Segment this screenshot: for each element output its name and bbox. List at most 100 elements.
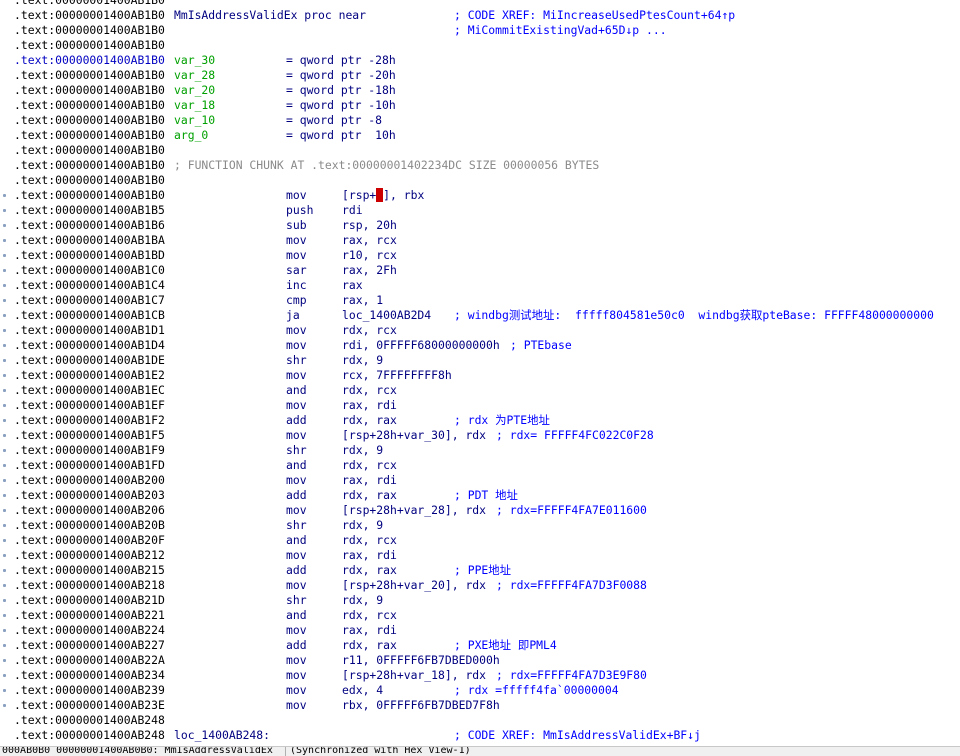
instruction-operands[interactable]: rax, rdi — [342, 548, 397, 563]
line-address[interactable]: .text:00000001400AB1B0 — [14, 173, 165, 188]
listing-line[interactable]: .text:00000001400AB1F9 shr rdx, 9 — [0, 443, 960, 458]
instruction-operands[interactable]: rdx, rax — [342, 563, 397, 578]
instruction-mnemonic[interactable]: and — [286, 608, 307, 623]
line-address[interactable]: .text:00000001400AB20F — [14, 533, 165, 548]
instruction-mnemonic[interactable]: cmp — [286, 293, 307, 308]
instruction-operands[interactable]: rax, rdi — [342, 473, 397, 488]
instruction-mnemonic[interactable]: mov — [286, 653, 307, 668]
instruction-operands[interactable]: edx, 4 — [342, 683, 383, 698]
instruction-operands[interactable]: rax, 1 — [342, 293, 383, 308]
instruction-operands[interactable]: rdx, rcx — [342, 533, 397, 548]
line-address[interactable]: .text:00000001400AB1F5 — [14, 428, 165, 443]
line-address[interactable]: .text:00000001400AB21D — [14, 593, 165, 608]
listing-line[interactable]: .text:00000001400AB1D4 mov rdi, 0FFFFF6800… — [0, 338, 960, 353]
line-address[interactable]: .text:00000001400AB1D4 — [14, 338, 165, 353]
instruction-operands[interactable]: [rsp+28h+var_20], rdx — [342, 578, 486, 593]
instruction-mnemonic[interactable]: mov — [286, 683, 307, 698]
line-address[interactable]: .text:00000001400AB248 — [14, 728, 165, 743]
line-address[interactable]: .text:00000001400AB1C7 — [14, 293, 165, 308]
line-address[interactable]: .text:00000001400AB224 — [14, 623, 165, 638]
line-address[interactable]: .text:00000001400AB239 — [14, 683, 165, 698]
stack-variable[interactable]: var_10 — [174, 113, 215, 128]
listing-line[interactable]: .text:00000001400AB212 mov rax, rdi — [0, 548, 960, 563]
code-label[interactable]: MmIsAddressValidEx proc near — [174, 8, 366, 23]
line-address[interactable]: .text:00000001400AB248 — [14, 713, 165, 728]
listing-line[interactable]: .text:00000001400AB248 — [0, 713, 960, 728]
line-address[interactable]: .text:00000001400AB1EC — [14, 383, 165, 398]
listing-line[interactable]: .text:00000001400AB1D1 mov rdx, rcx — [0, 323, 960, 338]
line-address[interactable]: .text:00000001400AB1B0 — [14, 83, 165, 98]
line-address[interactable]: .text:00000001400AB1B0 — [14, 188, 165, 203]
line-address[interactable]: .text:00000001400AB1FD — [14, 458, 165, 473]
listing-line[interactable]: .text:00000001400AB1B0 arg_0 = qword ptr 1… — [0, 128, 960, 143]
line-address[interactable]: .text:00000001400AB1B5 — [14, 203, 165, 218]
listing-line[interactable]: .text:00000001400AB1B0 — [0, 173, 960, 188]
listing-line[interactable]: .text:00000001400AB1F2 add rdx, rax ; rdx 为… — [0, 413, 960, 428]
instruction-mnemonic[interactable]: mov — [286, 368, 307, 383]
instruction-mnemonic[interactable]: add — [286, 488, 307, 503]
instruction-operands[interactable]: rax, rdi — [342, 623, 397, 638]
listing-line[interactable]: .text:00000001400AB22A mov r11, 0FFFFF6FB7… — [0, 653, 960, 668]
line-address[interactable]: .text:00000001400AB1B0 — [14, 143, 165, 158]
line-address[interactable]: .text:00000001400AB1B0 — [14, 38, 165, 53]
listing-line[interactable]: .text:00000001400AB1B0 ; MiCommitExisting… — [0, 23, 960, 38]
listing-line[interactable]: .text:00000001400AB234 mov [rsp+28h+var_18… — [0, 668, 960, 683]
listing-line[interactable]: .text:00000001400AB1B0 — [0, 0, 960, 8]
line-address[interactable]: .text:00000001400AB1B0 — [14, 23, 165, 38]
stack-variable[interactable]: var_30 — [174, 53, 215, 68]
line-address[interactable]: .text:00000001400AB212 — [14, 548, 165, 563]
instruction-mnemonic[interactable]: ja — [286, 308, 300, 323]
instruction-mnemonic[interactable]: mov — [286, 473, 307, 488]
line-address[interactable]: .text:00000001400AB1E2 — [14, 368, 165, 383]
line-address[interactable]: .text:00000001400AB206 — [14, 503, 165, 518]
listing-line[interactable]: .text:00000001400AB206 mov [rsp+28h+var_28… — [0, 503, 960, 518]
listing-line[interactable]: .text:00000001400AB1C4 inc rax — [0, 278, 960, 293]
instruction-mnemonic[interactable]: mov — [286, 248, 307, 263]
instruction-mnemonic[interactable]: sub — [286, 218, 307, 233]
instruction-operands[interactable]: rdi, 0FFFFF68000000000h — [342, 338, 500, 353]
listing-line[interactable]: .text:00000001400AB1B0 — [0, 143, 960, 158]
listing-line[interactable]: .text:00000001400AB1B0 var_18 = qword ptr … — [0, 98, 960, 113]
instruction-operands[interactable]: rdi — [342, 203, 363, 218]
line-address[interactable]: .text:00000001400AB1B6 — [14, 218, 165, 233]
instruction-operands[interactable]: rcx, 7FFFFFFFF8h — [342, 368, 452, 383]
instruction-operands[interactable]: rbx, 0FFFFF6FB7DBED7F8h — [342, 698, 500, 713]
listing-line[interactable]: .text:00000001400AB1B0 ; FUNCTION CHUNK A… — [0, 158, 960, 173]
listing-line[interactable]: .text:00000001400AB218 mov [rsp+28h+var_20… — [0, 578, 960, 593]
listing-line[interactable]: .text:00000001400AB1EC and rdx, rcx — [0, 383, 960, 398]
listing-line[interactable]: .text:00000001400AB1B0 — [0, 38, 960, 53]
listing-line[interactable]: .text:00000001400AB221 and rdx, rcx — [0, 608, 960, 623]
instruction-operands[interactable]: r10, rcx — [342, 248, 397, 263]
instruction-operands[interactable]: rax, rcx — [342, 233, 397, 248]
stack-variable[interactable]: arg_0 — [174, 128, 208, 143]
instruction-mnemonic[interactable]: inc — [286, 278, 307, 293]
instruction-operands[interactable]: [rsp+28h+var_30], rdx — [342, 428, 486, 443]
line-address[interactable]: .text:00000001400AB23E — [14, 698, 165, 713]
instruction-mnemonic[interactable]: push — [286, 203, 313, 218]
listing-line[interactable]: .text:00000001400AB203 add rdx, rax ; PDT 地… — [0, 488, 960, 503]
line-address[interactable]: .text:00000001400AB1B0 — [14, 98, 165, 113]
listing-line[interactable]: .text:00000001400AB200 mov rax, rdi — [0, 473, 960, 488]
listing-line[interactable]: .text:00000001400AB1B0 var_10 = qword ptr … — [0, 113, 960, 128]
instruction-operands[interactable]: rax — [342, 278, 363, 293]
instruction-operands[interactable]: rdx, rax — [342, 488, 397, 503]
listing-line[interactable]: .text:00000001400AB1B0 var_28 = qword ptr … — [0, 68, 960, 83]
instruction-mnemonic[interactable]: mov — [286, 398, 307, 413]
line-address[interactable]: .text:00000001400AB1D1 — [14, 323, 165, 338]
instruction-mnemonic[interactable]: shr — [286, 353, 307, 368]
instruction-operands[interactable]: [rsp+8], rbx — [342, 188, 424, 203]
line-address[interactable]: .text:00000001400AB1DE — [14, 353, 165, 368]
listing-line[interactable]: .text:00000001400AB1BD mov r10, rcx — [0, 248, 960, 263]
instruction-operands[interactable]: [rsp+28h+var_18], rdx — [342, 668, 486, 683]
line-address[interactable]: .text:00000001400AB1B0 — [14, 8, 165, 23]
code-label[interactable]: loc_1400AB248: — [174, 728, 270, 743]
listing-line[interactable]: .text:00000001400AB1DE shr rdx, 9 — [0, 353, 960, 368]
listing-line[interactable]: .text:00000001400AB1B0 MmIsAddressValidEx… — [0, 8, 960, 23]
listing-line[interactable]: .text:00000001400AB1CB ja loc_1400AB2D4 ; w… — [0, 308, 960, 323]
listing-line[interactable]: .text:00000001400AB248 loc_1400AB248: ; CO… — [0, 728, 960, 743]
instruction-operands[interactable]: rdx, rax — [342, 638, 397, 653]
instruction-operands[interactable]: rdx, rcx — [342, 383, 397, 398]
listing-line[interactable]: .text:00000001400AB1B0 var_30 = qword ptr … — [0, 53, 960, 68]
listing-line[interactable]: .text:00000001400AB1F5 mov [rsp+28h+var_30… — [0, 428, 960, 443]
line-address[interactable]: .text:00000001400AB203 — [14, 488, 165, 503]
